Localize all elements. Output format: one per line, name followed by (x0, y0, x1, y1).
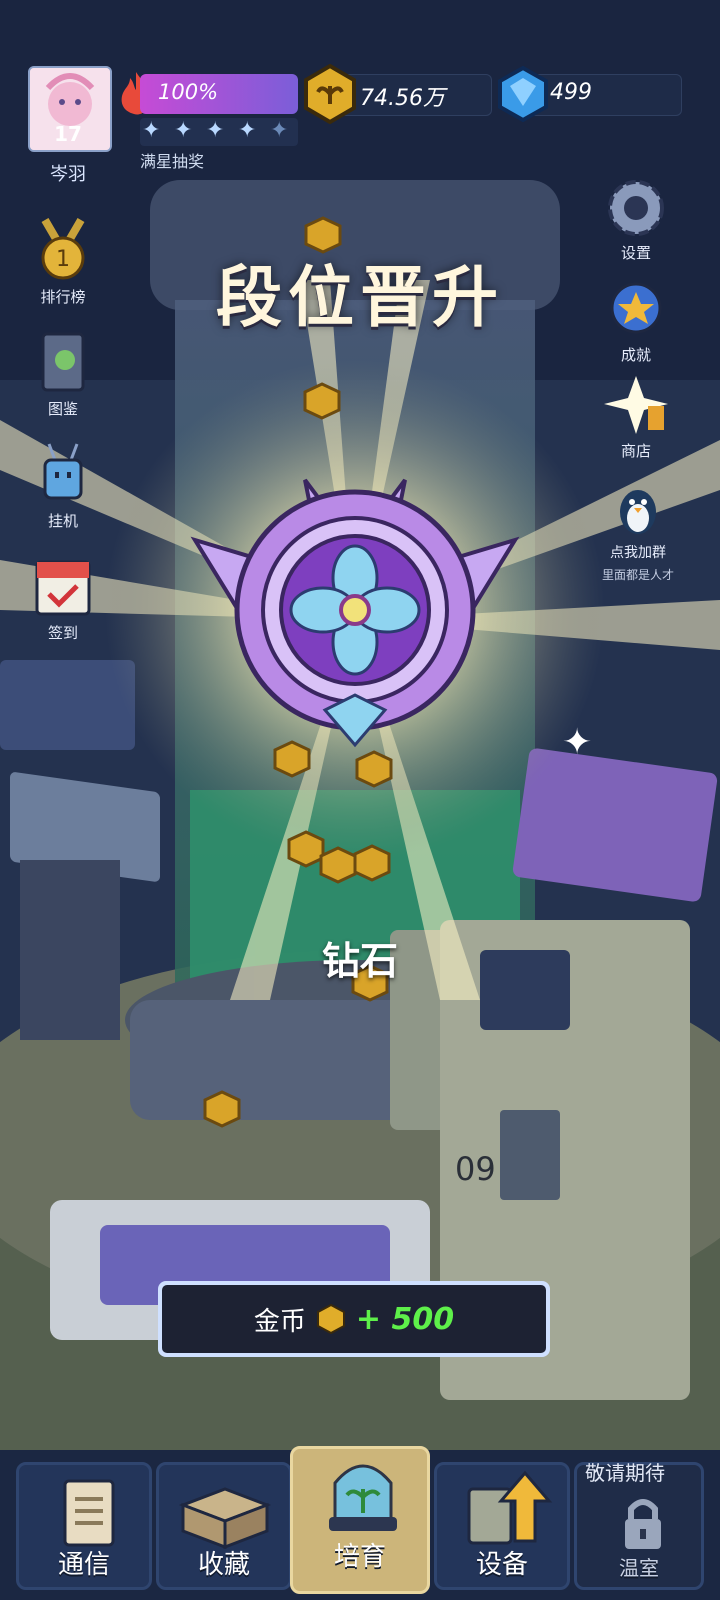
reward-amount: + 500 (355, 1301, 455, 1337)
player-level: 17 (54, 122, 82, 146)
sidebar-label: 签到 (47, 624, 78, 642)
sprout-dome-icon (329, 1464, 397, 1531)
tab-label: 温室 (619, 1556, 659, 1580)
sidebar-item-shop[interactable]: 商店 (596, 376, 676, 461)
gold-coin-icon (316, 1304, 345, 1334)
reward-panel[interactable]: 金币 + 500 (158, 1281, 550, 1357)
tab-label: 设备 (475, 1550, 528, 1580)
sidebar-label: 成就 (620, 346, 651, 364)
sidebar-item-join-group[interactable]: 点我加群 里面都是人才 (590, 482, 686, 583)
svg-text:09: 09 (455, 1150, 496, 1188)
sidebar-item-idle[interactable]: 挂机 (28, 442, 98, 531)
robot-icon (43, 443, 83, 500)
tab-messages[interactable]: 通信 (16, 1462, 152, 1590)
gold-amount: 74.56万 (360, 86, 445, 111)
tab-greenhouse[interactable]: 敬请期待 温室 (574, 1461, 704, 1590)
sidebar-item-collection[interactable]: 图鉴 (28, 330, 98, 419)
tab-cultivate[interactable]: 培育 (290, 1446, 430, 1594)
tab-equipment[interactable]: 设备 (434, 1462, 570, 1590)
gear-icon (608, 180, 664, 236)
tab-label: 培育 (333, 1542, 386, 1572)
gem-amount: 499 (550, 80, 592, 105)
tab-collection[interactable]: 收藏 (156, 1462, 292, 1590)
tab-label: 收藏 (197, 1550, 250, 1580)
sidebar-item-checkin[interactable]: 签到 (28, 554, 98, 643)
popup-title: 段位晋升 (216, 259, 504, 336)
star-icon: ✦ (270, 118, 289, 143)
lock-icon (625, 1499, 661, 1549)
star-rating[interactable]: ✦ ✦ ✦ ✦ ✦ (140, 118, 298, 146)
blue-gem-icon (496, 65, 550, 126)
penguin-icon (620, 490, 656, 534)
star-icon: ✦ (238, 118, 257, 143)
coming-soon-label: 敬请期待 (585, 1461, 665, 1485)
sparkle-icon: ✦ (562, 722, 593, 763)
rank-name: 钻石 (321, 939, 398, 983)
sidebar-label: 图鉴 (47, 400, 78, 418)
box-icon (178, 1487, 272, 1549)
calendar-check-icon (35, 560, 91, 616)
sidebar-sublabel: 里面都是人才 (601, 568, 674, 582)
player-name: 岑羽 (50, 164, 86, 185)
sidebar-label: 点我加群 (610, 545, 666, 561)
gold-coin-icon (300, 63, 360, 128)
shop-icon (604, 376, 668, 434)
diamond-rank-badge-icon (190, 478, 520, 748)
reward-label: 金币 (253, 1306, 306, 1337)
sidebar-label: 挂机 (47, 512, 78, 530)
star-icon: ✦ (174, 118, 193, 143)
energy-percent: 100% (158, 80, 219, 104)
document-icon (63, 1479, 115, 1547)
star-icon: ✦ (142, 118, 161, 143)
sidebar-label: 商店 (620, 442, 651, 460)
tab-label: 通信 (57, 1550, 110, 1580)
full-star-lottery-label[interactable]: 满星抽奖 (140, 148, 204, 172)
upgrade-arrow-icon (467, 1470, 553, 1545)
star-icon: ✦ (206, 118, 225, 143)
